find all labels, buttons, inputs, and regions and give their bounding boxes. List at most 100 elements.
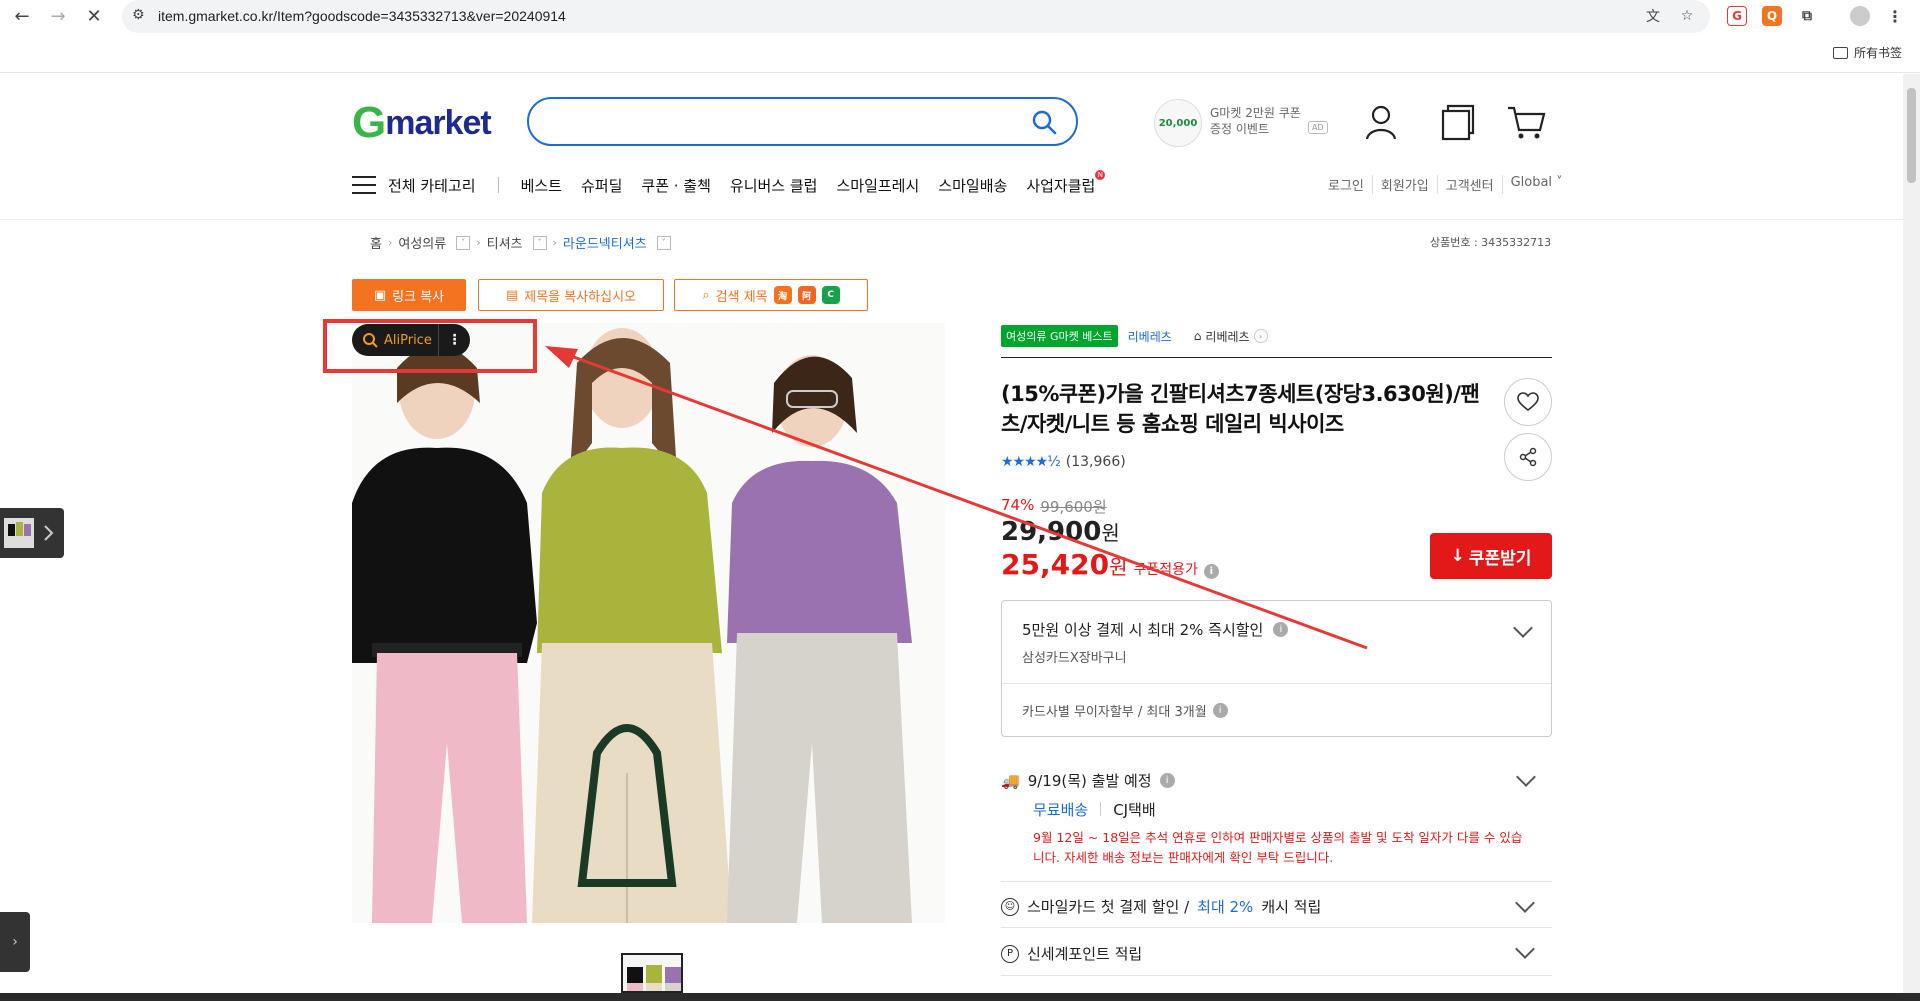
bookmark-star-icon[interactable]: ☆: [1676, 5, 1698, 27]
rating-row[interactable]: ★★★★½ (13,966): [1001, 454, 1126, 470]
coupon-event-ad[interactable]: 20,000 G마켓 2만원 쿠폰 증정 이벤트 AD: [1154, 99, 1328, 147]
heart-icon: [1517, 392, 1539, 412]
shop-link[interactable]: ⌂ 리베레츠 ›: [1194, 328, 1268, 345]
nav-universe-club[interactable]: 유니버스 클럽: [730, 175, 818, 196]
info-icon[interactable]: i: [1159, 773, 1175, 788]
sale-price-unit: 원: [1101, 521, 1120, 545]
link-icon: ▣: [373, 287, 387, 303]
get-coupon-button[interactable]: ↓ 쿠폰받기: [1430, 533, 1552, 579]
customer-center-link[interactable]: 고객센터: [1438, 175, 1503, 194]
global-link[interactable]: Global ˅: [1503, 175, 1571, 194]
search-input[interactable]: [527, 97, 1078, 146]
info-icon[interactable]: i: [1212, 703, 1228, 718]
smile-icon: ☺: [1001, 897, 1019, 916]
nav-smile-delivery[interactable]: 스마일배송: [938, 175, 1007, 196]
side-recent-panel-tab[interactable]: [0, 508, 64, 558]
product-thumbnail[interactable]: [621, 953, 683, 993]
dropdown-icon[interactable]: ˅: [456, 235, 471, 250]
card-benefit-title[interactable]: 5만원 이상 결제 시 최대 2% 즉시할인 i: [1022, 619, 1289, 640]
gmarket-logo[interactable]: Gmarket: [352, 98, 492, 147]
nav-smile-fresh[interactable]: 스마일프레시: [836, 175, 919, 196]
my-page-icon[interactable]: [1361, 102, 1401, 142]
bookmarks-folder-label: 所有书签: [1853, 46, 1902, 60]
card-benefit-sub: 삼성카드X장바구니: [1022, 651, 1127, 666]
shinsegae-point-row[interactable]: P 신세계포인트 적립: [1001, 943, 1142, 964]
info-icon[interactable]: i: [1203, 564, 1219, 579]
new-badge: N: [1095, 169, 1106, 180]
side-expand-tab[interactable]: ›: [0, 912, 30, 972]
seller-row: 여성의류 G마켓 베스트 리베레츠 ⌂ 리베레츠 ›: [1001, 325, 1268, 347]
stop-icon[interactable]: ✕: [82, 4, 106, 28]
dropdown-icon[interactable]: ˅: [532, 235, 547, 250]
coupon-price-value: 25,420: [1001, 548, 1110, 581]
all-bookmarks-folder[interactable]: 所有书签: [1832, 44, 1902, 61]
logo-market: market: [385, 103, 492, 142]
nav-business-club[interactable]: 사업자클럽 N: [1026, 169, 1106, 196]
utility-links: 로그인 회원가입 고객센터 Global ˅: [1320, 175, 1571, 194]
nav-superdeal[interactable]: 슈퍼딜: [581, 175, 622, 196]
search-icon[interactable]: [1030, 108, 1058, 136]
signup-link[interactable]: 회원가입: [1373, 175, 1438, 194]
breadcrumb-tshirt[interactable]: 티셔츠: [487, 233, 523, 252]
product-main-image[interactable]: [352, 323, 945, 923]
recent-items-icon[interactable]: [1437, 102, 1477, 142]
chevron-down-icon[interactable]: [1515, 939, 1535, 959]
annotation-arrow: [545, 346, 1368, 650]
header-divider: [0, 219, 1903, 220]
breadcrumb-home[interactable]: 홈: [370, 233, 382, 252]
browser-menu-icon[interactable]: ⋮: [1885, 6, 1905, 26]
wishlist-button[interactable]: [1504, 378, 1552, 426]
breadcrumb-women[interactable]: 여성의류: [398, 233, 446, 252]
extension-red-icon[interactable]: G: [1727, 6, 1747, 26]
shop-name: 리베레츠: [1205, 329, 1250, 344]
best-badge[interactable]: 여성의류 G마켓 베스트: [1001, 325, 1118, 347]
profile-avatar-icon[interactable]: [1850, 6, 1870, 26]
chevron-down-icon[interactable]: [1516, 767, 1536, 787]
site-info-icon[interactable]: ⚙: [132, 7, 145, 23]
breadcrumb-roundneck[interactable]: 라운드넥티셔츠: [563, 233, 647, 252]
page-scrollbar[interactable]: [1903, 74, 1920, 994]
nav-coupon[interactable]: 쿠폰 · 출첵: [641, 175, 711, 196]
chevron-down-icon[interactable]: [1513, 618, 1533, 638]
copy-title-label: 제목을 복사하십시오: [524, 289, 637, 305]
login-link[interactable]: 로그인: [1320, 175, 1373, 194]
shipping-notice: 9월 12일 ~ 18일은 추석 연휴로 인하여 판매자별로 상품의 출발 및 …: [1033, 830, 1523, 865]
card-benefit-title-text: 5만원 이상 결제 시 최대 2% 즉시할인: [1022, 621, 1264, 639]
forward-icon[interactable]: →: [46, 4, 70, 28]
search-title-button[interactable]: ⌕ 검색 제목 淘 阿 C: [674, 279, 868, 311]
shipping-date-row[interactable]: 🚚 9/19(목) 출발 예정 i: [1001, 770, 1175, 791]
address-bar[interactable]: ⚙ item.gmarket.co.kr/Item?goodscode=3435…: [122, 0, 1710, 33]
free-shipping: 무료배송: [1033, 801, 1089, 819]
green-shop-icon[interactable]: C: [821, 286, 840, 304]
breadcrumb-arrow-icon: ›: [476, 236, 481, 249]
back-icon[interactable]: ←: [10, 4, 34, 28]
ad-badge: AD: [1308, 121, 1328, 134]
info-icon[interactable]: i: [1273, 622, 1289, 637]
alibaba-icon[interactable]: 阿: [797, 286, 816, 304]
url-text[interactable]: item.gmarket.co.kr/Item?goodscode=343533…: [158, 8, 566, 24]
nav-best[interactable]: 베스트: [521, 175, 562, 196]
smile-card-benefit-row[interactable]: ☺ 스마일카드 첫 결제 할인 / 최대 2% 캐시 적립: [1001, 896, 1321, 917]
dropdown-icon[interactable]: ˅: [656, 235, 671, 250]
cart-icon[interactable]: [1506, 102, 1546, 142]
translate-icon[interactable]: 文: [1642, 5, 1664, 27]
models-photo: [352, 323, 945, 923]
extension-aliprice-icon[interactable]: Q: [1762, 6, 1782, 26]
discount-rate: 74%: [1001, 496, 1035, 514]
coupon-price: 25,420원 쿠폰적용가 i: [1001, 548, 1219, 581]
all-category-button[interactable]: 전체 카테고리: [388, 175, 476, 196]
scrollbar-thumb[interactable]: [1907, 88, 1916, 183]
truck-icon: 🚚: [1001, 771, 1020, 790]
menu-icon[interactable]: [352, 176, 376, 194]
taobao-icon[interactable]: 淘: [773, 286, 792, 304]
copy-link-button[interactable]: ▣ 링크 복사: [352, 279, 466, 311]
row-divider: [1001, 975, 1552, 976]
share-button[interactable]: [1504, 433, 1552, 481]
chevron-down-icon[interactable]: [1515, 893, 1535, 913]
nav-divider: [497, 177, 499, 193]
coupon-line-2: 증정 이벤트: [1210, 122, 1270, 136]
extensions-puzzle-icon[interactable]: ⧉: [1797, 6, 1817, 26]
coupon-event-text: G마켓 2만원 쿠폰 증정 이벤트: [1210, 105, 1301, 137]
copy-title-button[interactable]: ▤ 제목을 복사하십시오: [478, 279, 664, 311]
seller-name-link[interactable]: 리베레츠: [1128, 328, 1172, 345]
